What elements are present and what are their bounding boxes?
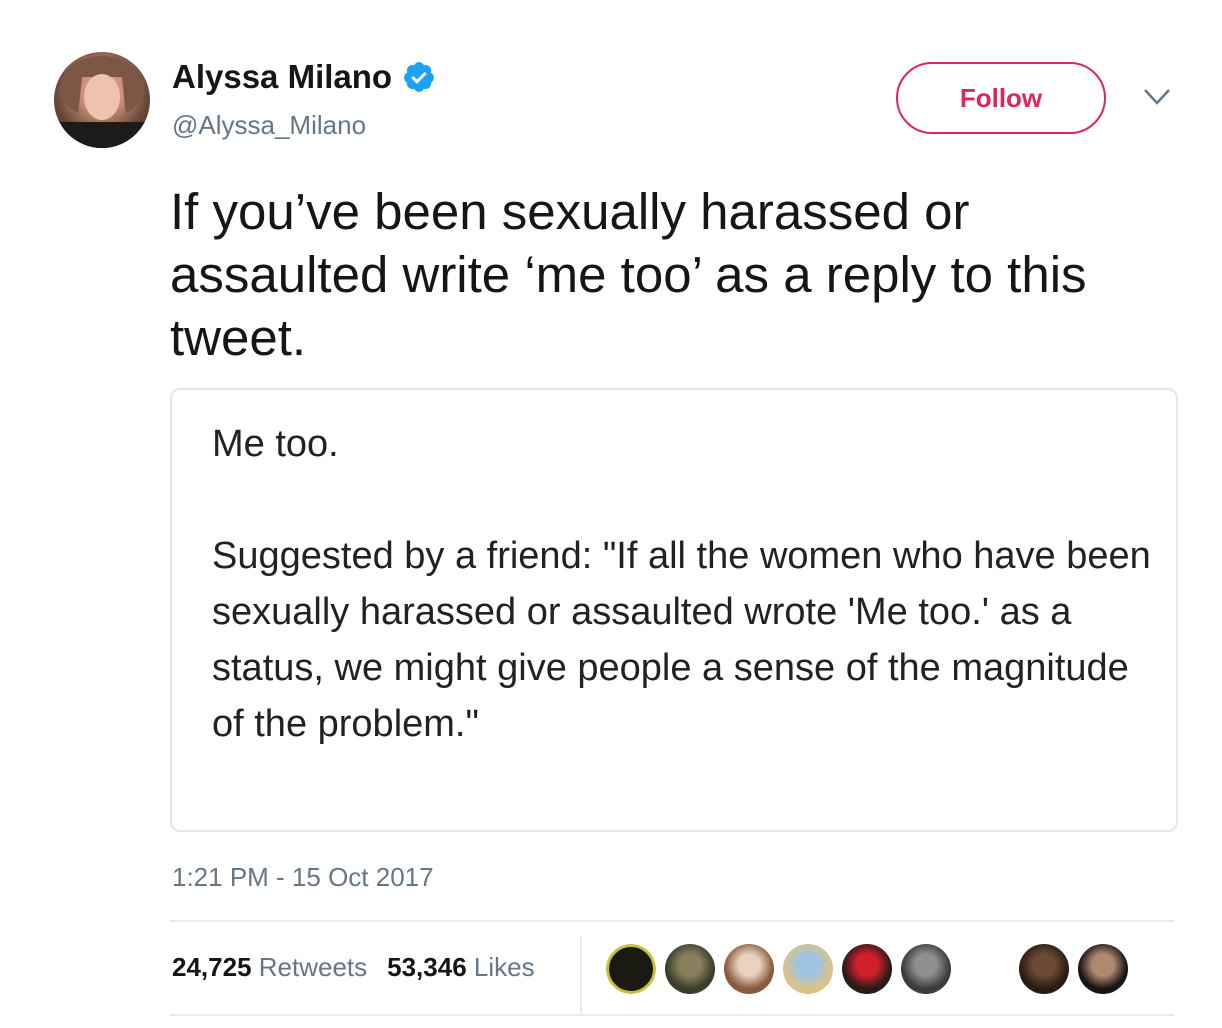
stats-separator	[580, 936, 582, 1016]
chevron-down-icon[interactable]	[1142, 86, 1172, 108]
author-avatar[interactable]	[54, 52, 150, 148]
likes-stat[interactable]: 53,346 Likes	[387, 952, 534, 983]
avatar-shirt	[54, 122, 150, 148]
liker-avatars	[606, 944, 1137, 994]
liker-avatar-8[interactable]	[1019, 944, 1069, 994]
verified-badge-icon	[404, 62, 434, 92]
tweet-media-image[interactable]: Me too. Suggested by a friend: "If all t…	[170, 388, 1178, 832]
avatar-face	[84, 74, 120, 120]
liker-avatar-2[interactable]	[665, 944, 715, 994]
author-handle[interactable]: @Alyssa_Milano	[172, 110, 366, 141]
liker-avatar-6[interactable]	[901, 944, 951, 994]
liker-avatar-3[interactable]	[724, 944, 774, 994]
author-name-row: Alyssa Milano	[172, 58, 436, 96]
tweet-timestamp[interactable]: 1:21 PM - 15 Oct 2017	[172, 862, 434, 893]
tweet-text: If you’ve been sexually harassed or assa…	[170, 183, 1087, 366]
likes-count: 53,346	[387, 952, 474, 982]
author-display-name[interactable]: Alyssa Milano	[172, 58, 392, 96]
likes-label: Likes	[473, 952, 535, 982]
follow-button[interactable]: Follow	[896, 62, 1106, 134]
liker-avatar-9[interactable]	[1078, 944, 1128, 994]
liker-avatar-5[interactable]	[842, 944, 892, 994]
retweets-count: 24,725	[172, 952, 259, 982]
media-image-text: Me too. Suggested by a friend: "If all t…	[212, 423, 1151, 745]
liker-avatar-1[interactable]	[606, 944, 656, 994]
liker-avatar-4[interactable]	[783, 944, 833, 994]
divider-top	[170, 920, 1174, 922]
tweet-stats: 24,725 Retweets 53,346 Likes	[172, 952, 555, 983]
retweets-stat[interactable]: 24,725 Retweets	[172, 952, 367, 983]
divider-bottom	[170, 1014, 1174, 1016]
retweets-label: Retweets	[258, 952, 368, 982]
liker-avatar-7[interactable]	[960, 944, 1010, 994]
